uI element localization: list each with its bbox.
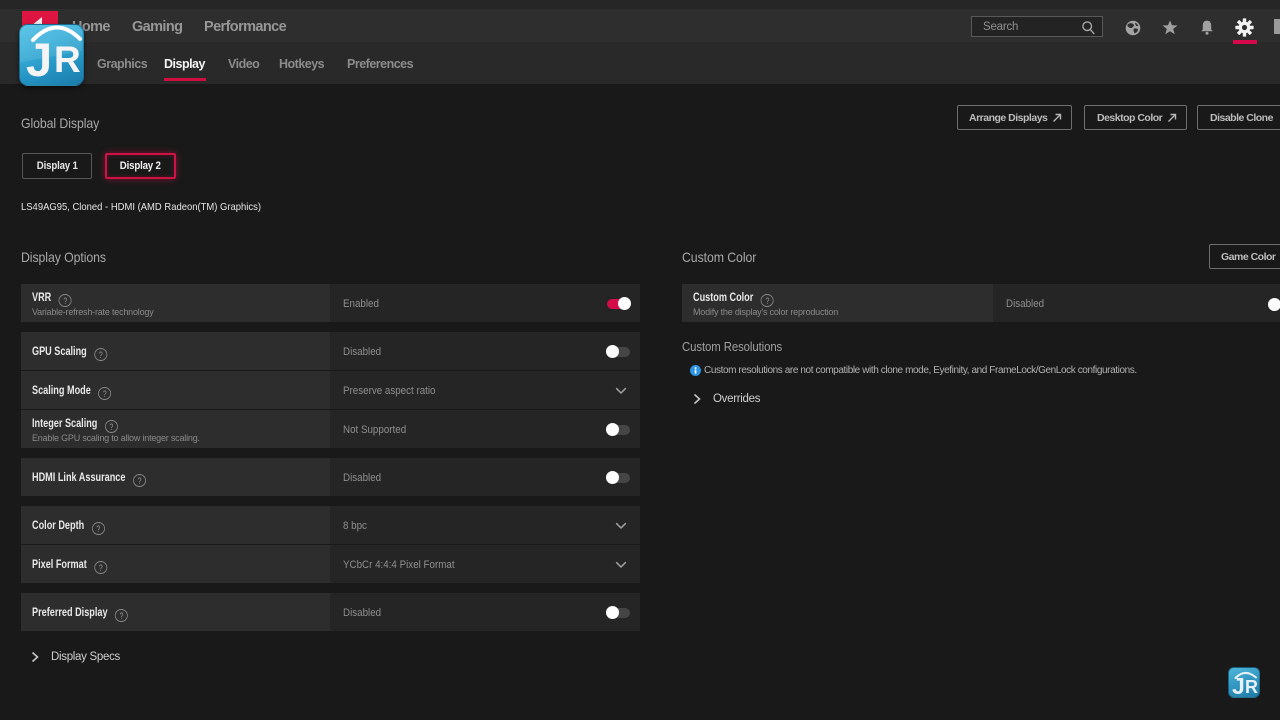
svg-text:J: J: [1232, 673, 1245, 697]
svg-text:J: J: [26, 33, 52, 84]
svg-text:R: R: [1245, 677, 1258, 697]
svg-text:R: R: [54, 39, 81, 80]
